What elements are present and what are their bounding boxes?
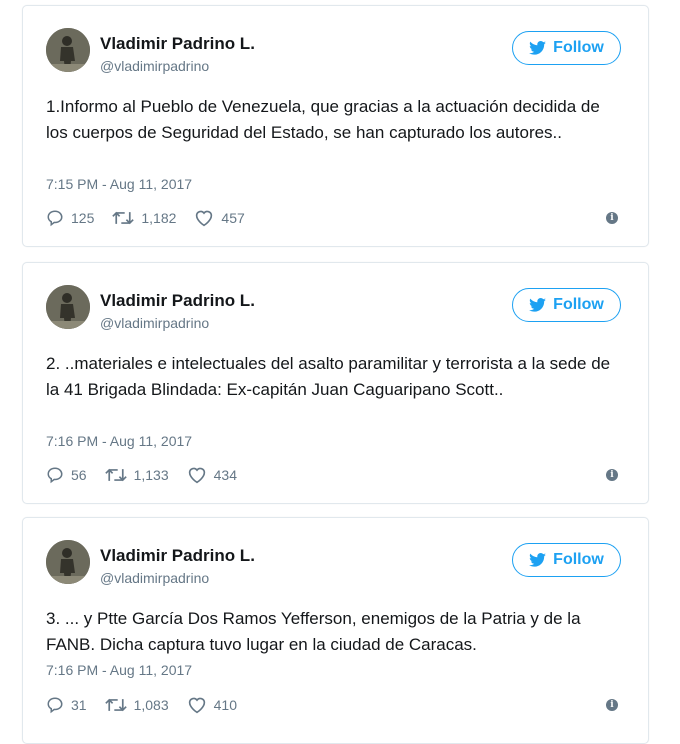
reply-button[interactable]: 125 [46,209,94,227]
info-icon[interactable]: i [606,699,618,711]
tweet-timestamp[interactable]: 7:16 PM - Aug 11, 2017 [46,433,192,449]
reply-count: 125 [71,210,95,226]
retweet-count: 1,133 [133,467,169,483]
retweet-button[interactable]: 1,182 [112,209,176,227]
tweet-actions: 125 1,182 457 [46,208,263,228]
tweet-text: 3. ... y Ptte García Dos Ramos Yefferson… [46,609,581,654]
reply-icon [47,210,63,227]
follow-button[interactable]: Follow [512,31,621,65]
tweet-text: 1.Informo al Pueblo de Venezuela, que gr… [46,97,600,142]
info-icon[interactable]: i [606,212,618,224]
tweet-card-3: Vladimir Padrino L. @vladimirpadrino Fol… [22,517,649,744]
info-icon[interactable]: i [606,469,618,481]
retweet-button[interactable]: 1,083 [104,696,169,714]
like-button[interactable]: 410 [187,696,237,714]
tweet-card-2: Vladimir Padrino L. @vladimirpadrino Fol… [22,262,649,504]
retweet-icon [112,211,135,225]
display-name[interactable]: Vladimir Padrino L. [100,291,255,311]
twitter-bird-icon [529,298,547,312]
retweet-count: 1,182 [141,210,177,226]
retweet-icon [104,468,127,482]
tweet-actions: 56 1,133 434 [46,465,255,485]
reply-icon [47,467,63,484]
like-button[interactable]: 457 [194,209,245,227]
user-handle[interactable]: @vladimirpadrino [100,315,209,331]
retweet-icon [104,698,127,712]
like-icon [188,697,205,714]
retweet-count: 1,083 [133,697,169,713]
reply-count: 56 [71,467,87,483]
twitter-bird-icon [529,41,547,55]
like-count: 410 [213,697,237,713]
tweet-timestamp[interactable]: 7:16 PM - Aug 11, 2017 [46,662,192,678]
follow-button[interactable]: Follow [512,543,621,577]
tweet-actions: 31 1,083 410 [46,695,255,715]
avatar[interactable] [46,540,90,584]
retweet-button[interactable]: 1,133 [104,466,169,484]
avatar[interactable] [46,285,90,329]
reply-button[interactable]: 31 [46,696,87,714]
avatar[interactable] [46,28,90,72]
like-icon [196,210,213,227]
reply-count: 31 [71,697,87,713]
reply-icon [47,697,63,714]
twitter-bird-icon [529,553,547,567]
like-count: 457 [221,210,245,226]
follow-button[interactable]: Follow [512,288,621,322]
display-name[interactable]: Vladimir Padrino L. [100,546,255,566]
tweet-text: 2. ..materiales e intelectuales del asal… [46,354,611,399]
display-name[interactable]: Vladimir Padrino L. [100,34,255,54]
follow-label: Follow [553,296,604,313]
reply-button[interactable]: 56 [46,466,87,484]
like-icon [188,467,205,484]
follow-label: Follow [553,39,604,56]
tweet-timestamp[interactable]: 7:15 PM - Aug 11, 2017 [46,176,192,192]
like-count: 434 [213,467,237,483]
user-handle[interactable]: @vladimirpadrino [100,58,209,74]
tweet-card-1: Vladimir Padrino L. @vladimirpadrino Fol… [22,5,649,247]
follow-label: Follow [553,551,604,568]
like-button[interactable]: 434 [187,466,237,484]
user-handle[interactable]: @vladimirpadrino [100,570,209,586]
